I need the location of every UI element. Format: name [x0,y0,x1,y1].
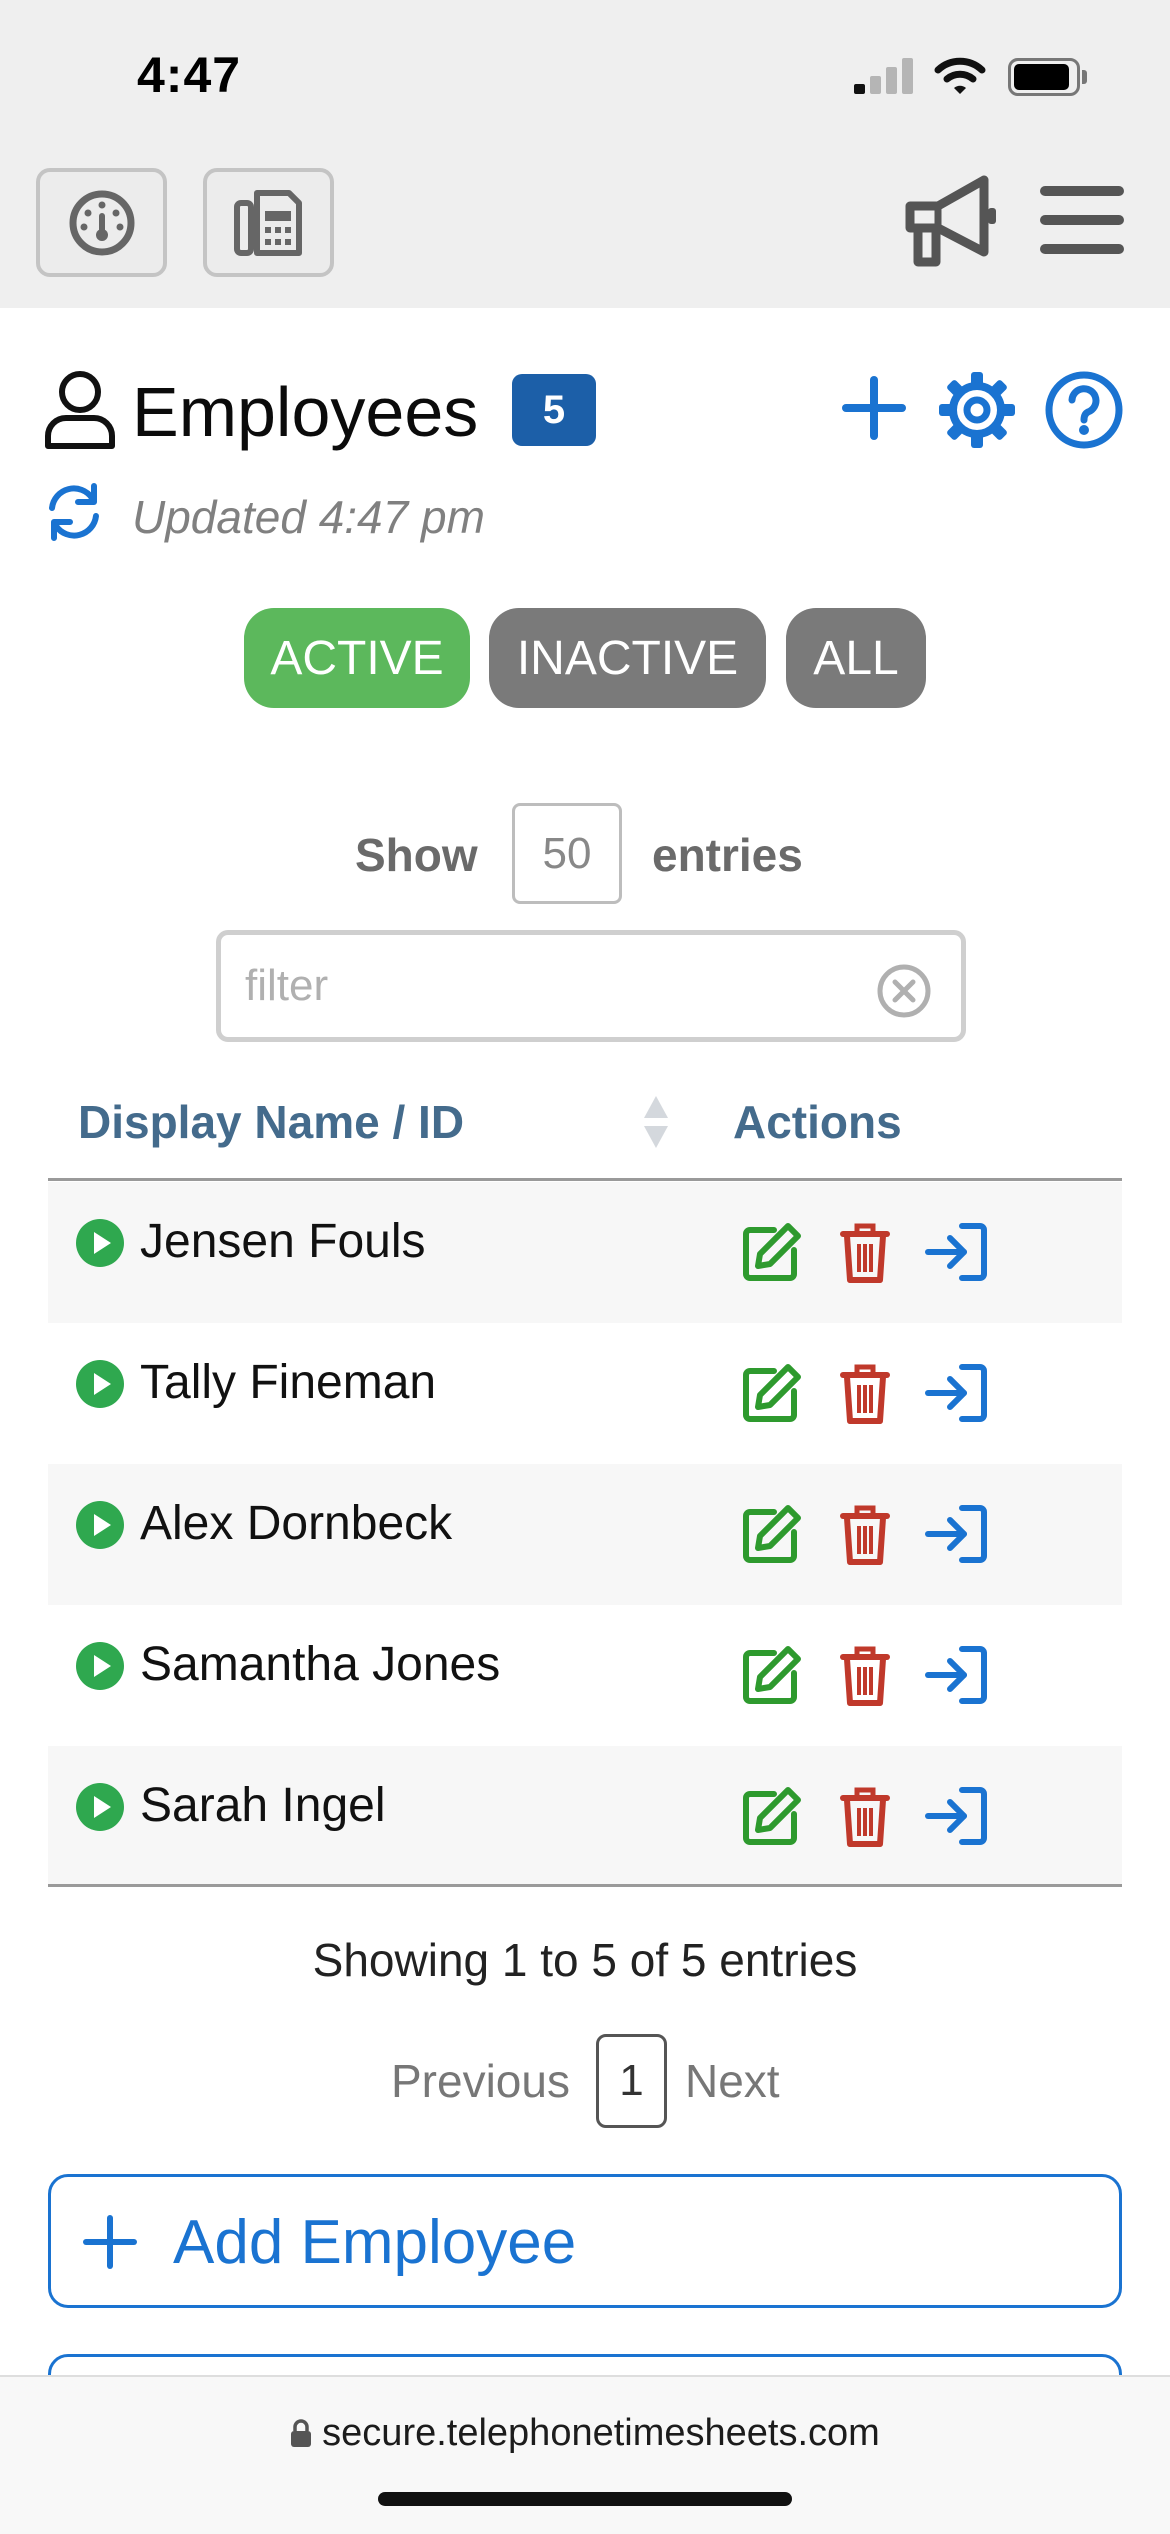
plus-icon [83,2215,137,2269]
login-icon[interactable] [922,1502,990,1571]
login-icon[interactable] [922,1643,990,1712]
play-icon[interactable] [75,1359,125,1414]
refresh-icon[interactable] [44,482,104,542]
pagination-next[interactable]: Next [685,2054,780,2108]
employee-name[interactable]: Alex Dornbeck [140,1496,452,1551]
header-divider [48,1178,1122,1181]
cellular-signal-icon [854,58,914,94]
employee-name[interactable]: Tally Fineman [140,1355,436,1410]
status-time: 4:47 [137,47,242,103]
dashboard-button[interactable] [36,168,167,277]
play-icon[interactable] [75,1782,125,1837]
entries-label: entries [652,829,803,881]
employee-name[interactable]: Samantha Jones [140,1637,500,1692]
show-label: Show [355,829,478,881]
table-row: Jensen Fouls [48,1182,1122,1323]
edit-icon[interactable] [740,1220,804,1289]
fax-button[interactable] [203,168,334,277]
table-row: Alex Dornbeck [48,1464,1122,1605]
filter-field[interactable] [216,930,966,1042]
user-icon [45,371,115,449]
table-row: Samantha Jones [48,1605,1122,1746]
column-header-actions: Actions [733,1096,902,1148]
page-title: Employees [132,373,479,451]
gear-icon[interactable] [937,370,1017,450]
edit-icon[interactable] [740,1502,804,1571]
url-text: secure.telephonetimesheets.com [322,2412,880,2454]
filter-active-button[interactable]: ACTIVE [244,608,470,708]
play-icon[interactable] [75,1641,125,1696]
add-employee-button[interactable]: Add Employee [48,2174,1122,2308]
add-employee-label: Add Employee [173,2208,577,2277]
fax-machine-icon [233,189,302,256]
sort-icon[interactable] [642,1094,670,1150]
question-circle-icon[interactable] [1044,370,1124,450]
megaphone-icon[interactable] [900,170,1000,270]
home-indicator [378,2492,792,2506]
filter-input[interactable] [243,953,847,1019]
employee-name[interactable]: Sarah Ingel [140,1778,386,1833]
edit-icon[interactable] [740,1361,804,1430]
delete-icon[interactable] [837,1784,893,1853]
table-row: Tally Fineman [48,1323,1122,1464]
clear-icon[interactable] [876,963,932,1019]
table-info: Showing 1 to 5 of 5 entries [312,1934,858,1986]
address-url[interactable]: secure.telephonetimesheets.com [0,2412,1170,2455]
employee-name[interactable]: Jensen Fouls [140,1214,426,1269]
entries-length-select[interactable]: 50 [512,803,622,904]
lock-icon [291,2419,312,2447]
table-row: Sarah Ingel [48,1746,1122,1887]
plus-icon[interactable] [842,376,906,440]
delete-icon[interactable] [837,1502,893,1571]
delete-icon[interactable] [837,1643,893,1712]
pagination-page-1[interactable]: 1 [596,2034,667,2128]
pagination-previous[interactable]: Previous [391,2054,570,2108]
edit-icon[interactable] [740,1643,804,1712]
updated-timestamp: Updated 4:47 pm [132,491,485,543]
play-icon[interactable] [75,1500,125,1555]
count-badge: 5 [512,374,596,446]
login-icon[interactable] [922,1784,990,1853]
filter-all-button[interactable]: ALL [786,608,926,708]
play-icon[interactable] [75,1218,125,1273]
delete-icon[interactable] [837,1220,893,1289]
login-icon[interactable] [922,1220,990,1289]
delete-icon[interactable] [837,1361,893,1430]
table-bottom-divider [48,1884,1122,1887]
filter-inactive-button[interactable]: INACTIVE [489,608,766,708]
hamburger-menu-icon[interactable] [1040,182,1124,258]
wifi-icon [934,57,986,94]
battery-icon [1008,58,1088,98]
edit-icon[interactable] [740,1784,804,1853]
dashboard-icon [69,190,134,255]
login-icon[interactable] [922,1361,990,1430]
column-header-display-name[interactable]: Display Name / ID [78,1095,464,1149]
